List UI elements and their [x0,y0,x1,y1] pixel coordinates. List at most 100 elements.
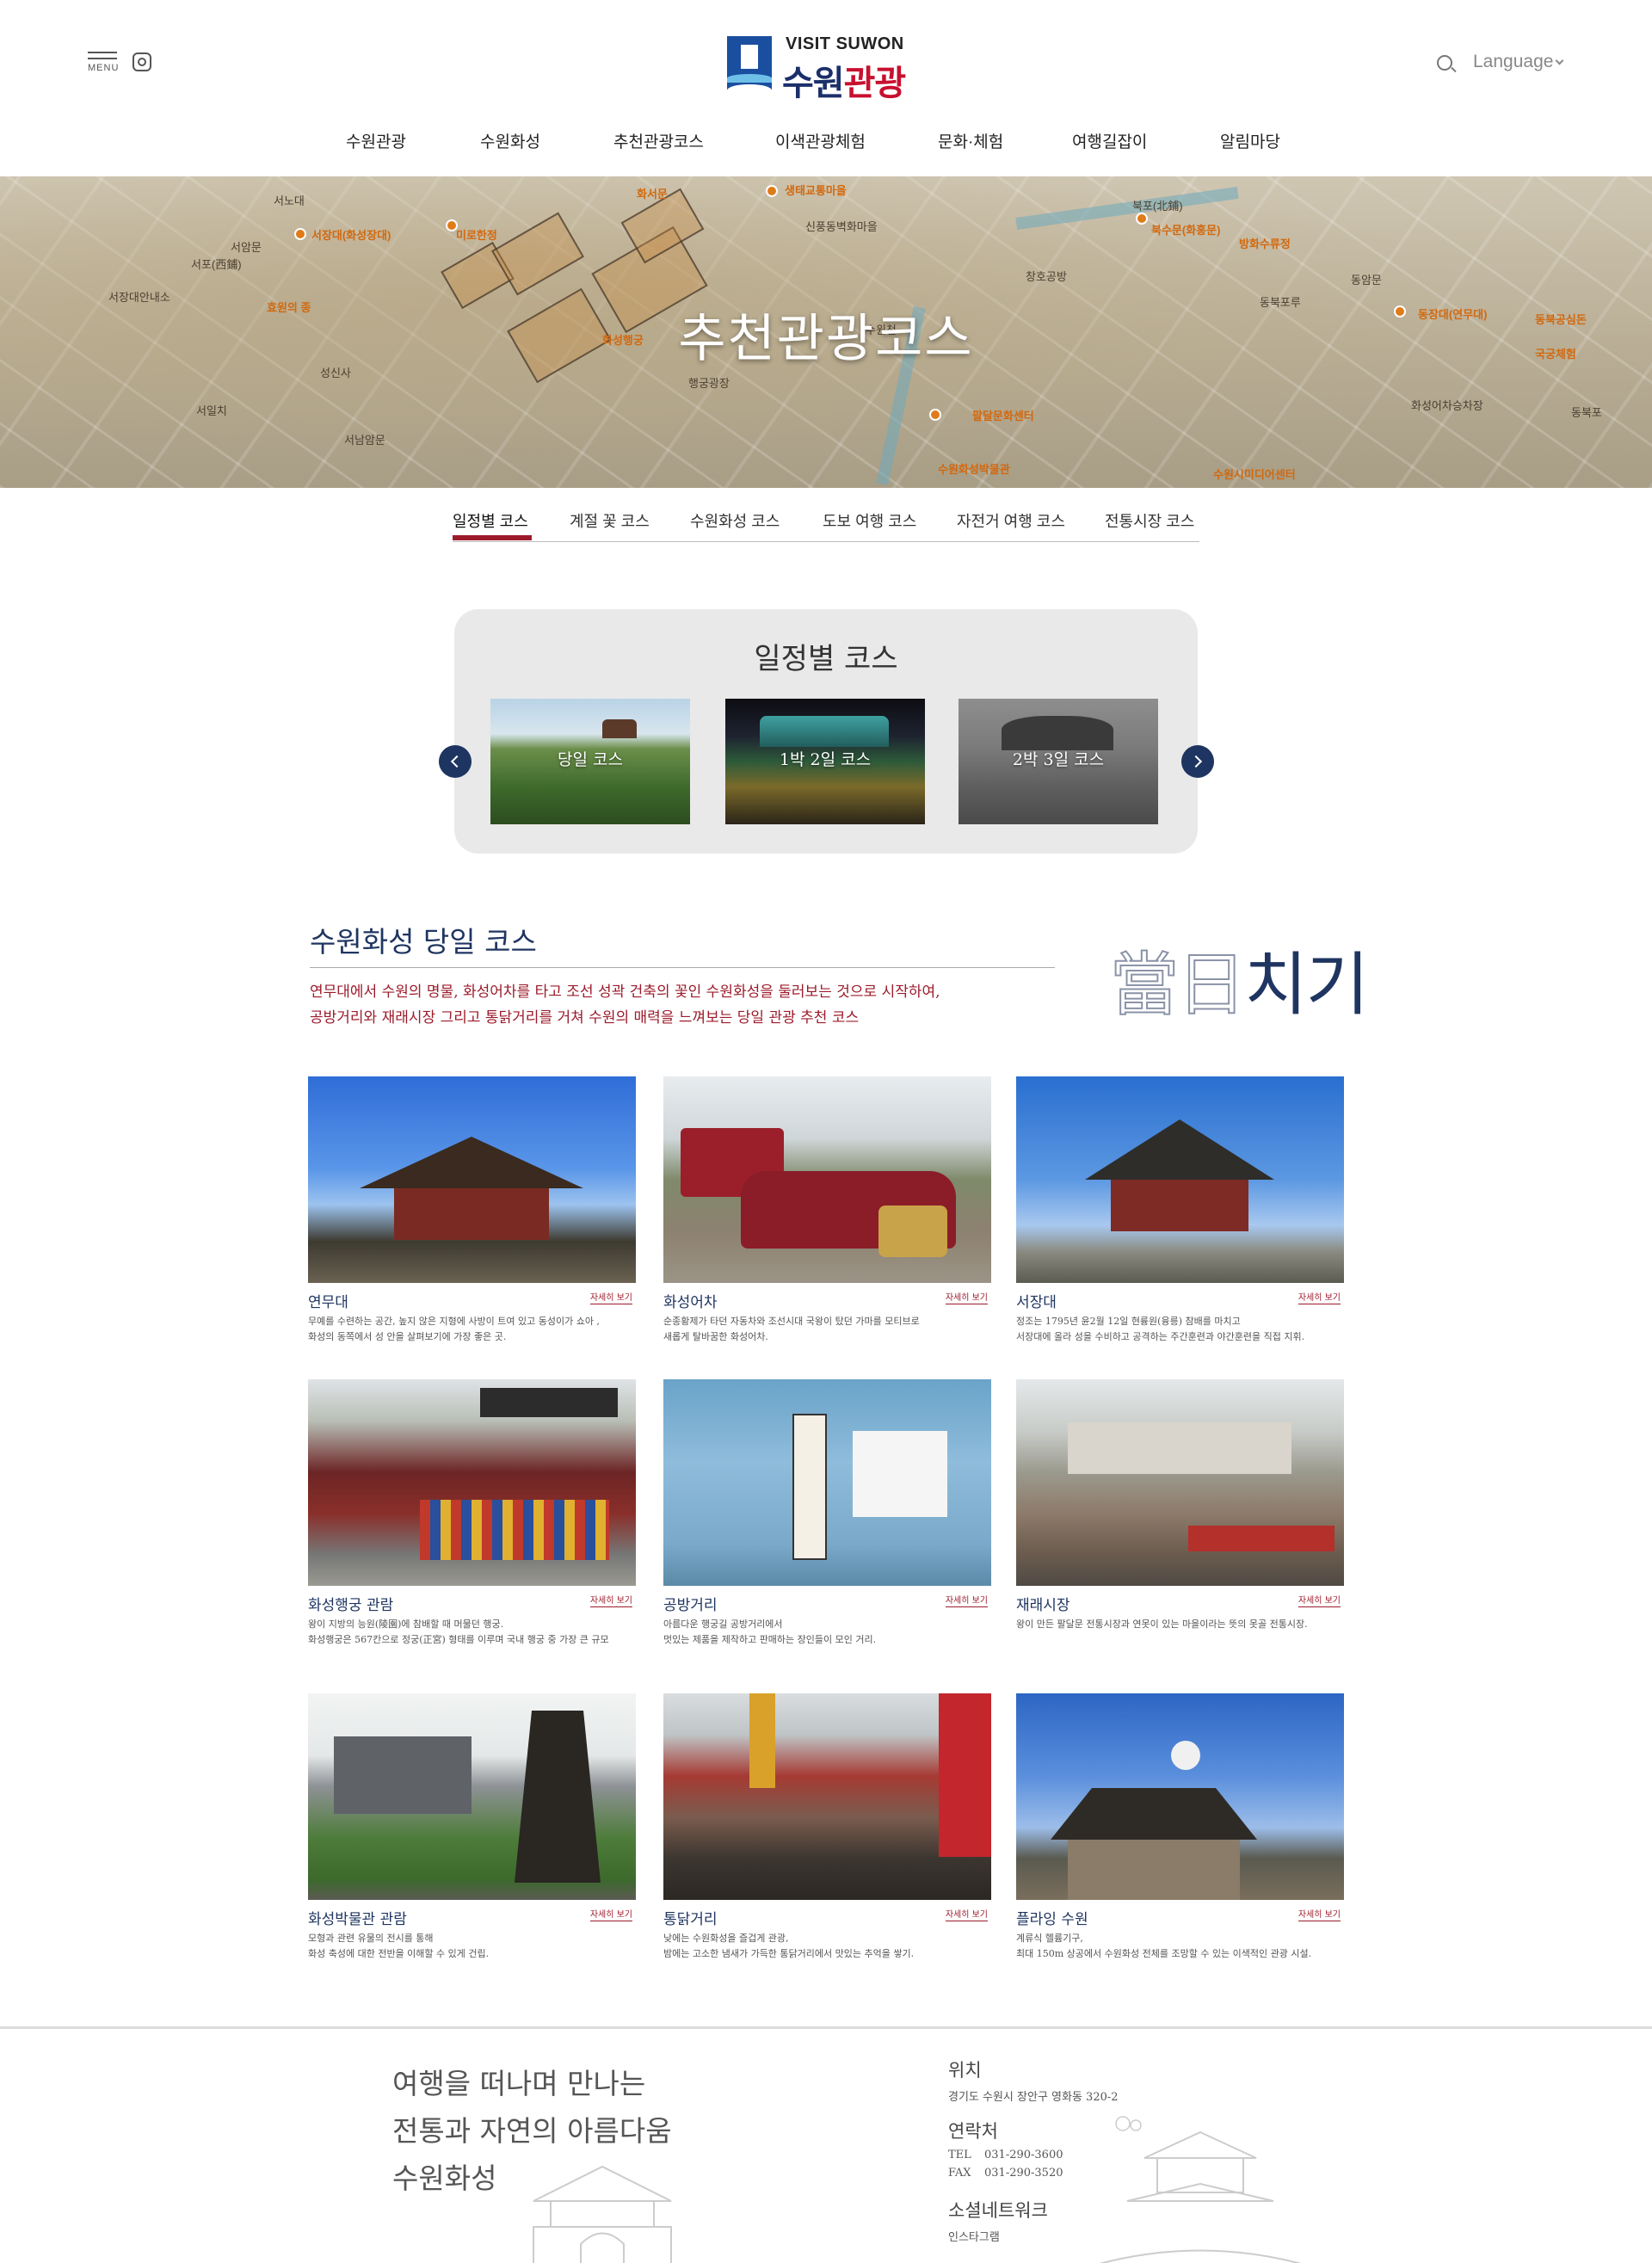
menu-label: MENU [88,63,120,73]
nav-item-unique-experience[interactable]: 이색관광체험 [775,129,866,152]
map-label: 북수문(화홍문) [1151,224,1221,237]
footer-slogan: 여행을 떠나며 만나는 전통과 자연의 아름다움 수원화성 [392,2060,672,2202]
menu-button[interactable]: MENU [88,52,119,81]
map-label: 행궁광장 [688,377,730,390]
place-card-chicken-street[interactable]: 통닭거리 자세히 보기 낮에는 수원화성을 즐겁게 관광, 밤에는 고소한 냄새… [663,1693,991,1977]
place-photo [1016,1693,1344,1900]
place-card-haenggung[interactable]: 화성행궁 관람 자세히 보기 왕이 지방의 능원(陵園)에 참배할 때 머물던 … [308,1379,636,1663]
details-link[interactable]: 자세히 보기 [589,1290,632,1304]
place-photo [308,1693,636,1900]
course-desc-line: 공방거리와 재래시장 그리고 통닭거리를 거쳐 수원의 매력을 느껴보는 당일 … [310,1009,860,1027]
calligraphy-char: 日 [1176,944,1247,1026]
nav-item-recommended-course[interactable]: 추천관광코스 [613,129,704,152]
place-desc: 왕이 만든 팔달문 전통시장과 연못이 있는 마을이라는 뜻의 못골 전통시장. [1016,1619,1308,1630]
schedule-card-2n3d[interactable]: 2박 3일 코스 [959,699,1158,824]
tab-walking-course[interactable]: 도보 여행 코스 [823,509,916,532]
schedule-card-label: 2박 3일 코스 [1012,750,1105,769]
place-photo [663,1379,991,1586]
map-label: 서일치 [196,404,227,417]
night-palace-image [760,716,889,747]
place-card-seojangdae[interactable]: 서장대 자세히 보기 정조는 1795년 윤2월 12일 현륭원(융릉) 참배를… [1016,1076,1344,1360]
details-link[interactable]: 자세히 보기 [589,1907,632,1921]
map-label: 북포(北鋪) [1132,200,1183,213]
map-pin-icon [294,228,306,240]
search-icon[interactable] [1437,55,1452,71]
instagram-icon[interactable] [133,52,151,71]
nav-item-hwaseong[interactable]: 수원화성 [480,129,540,152]
carousel-next-button[interactable] [1181,745,1214,778]
logo-korean-part2: 관광 [843,65,907,102]
place-name: 통닭거리 [663,1911,718,1928]
nav-item-travel-guide[interactable]: 여행길잡이 [1072,129,1147,152]
place-desc: 무예를 수련하는 공간, 높지 않은 지형에 사방이 트여 있고 동성이가 쇼아… [308,1316,600,1327]
place-desc: 아름다운 행궁길 공방거리에서 [663,1619,783,1630]
active-tab-indicator [453,535,532,540]
calligraphy-char: 當 [1109,944,1180,1026]
sns-heading: 소셜네트워크 [948,2200,1048,2221]
map-label: 신풍동벽화마을 [805,220,878,233]
logo-mark-icon [727,36,772,96]
details-link[interactable]: 자세히 보기 [589,1593,632,1607]
fax-line: FAX 031-290-3520 [948,2167,1292,2180]
pavilion-image [602,719,637,738]
schedule-card-1n2d[interactable]: 1박 2일 코스 [725,699,925,824]
instagram-link[interactable]: 인스타그램 [948,2228,1292,2244]
nav-item-notice[interactable]: 알림마당 [1220,129,1280,152]
place-card-flying-suwon[interactable]: 플라잉 수원 자세히 보기 계류식 헬륨기구, 최대 150m 상공에서 수원화… [1016,1693,1344,1977]
map-pin-icon [766,185,778,197]
language-selector[interactable]: Language [1473,52,1564,72]
language-label: Language [1473,52,1554,71]
tab-seasonal-flowers[interactable]: 계절 꽃 코스 [570,509,650,532]
details-link[interactable]: 자세히 보기 [1298,1593,1341,1607]
course-description: 연무대에서 수원의 명물, 화성어차를 타고 조선 성곽 건축의 꽃인 수원화성… [310,979,1067,1031]
contact-heading: 연락처 [948,2121,998,2142]
place-name: 연무대 [308,1294,348,1311]
nav-item-suwon-tour[interactable]: 수원관광 [346,129,406,152]
slogan-line: 전통과 자연의 아름다움 [392,2114,672,2148]
details-link[interactable]: 자세히 보기 [1298,1907,1341,1921]
place-card-yeonmudae[interactable]: 연무대 자세히 보기 무예를 수련하는 공간, 높지 않은 지형에 사방이 트여… [308,1076,636,1360]
tab-by-schedule[interactable]: 일정별 코스 [453,509,528,532]
banner-title: 추천관광코스 [678,309,974,369]
slogan-line: 여행을 떠나며 만나는 [392,2067,646,2100]
details-link[interactable]: 자세히 보기 [1298,1290,1341,1304]
map-label: 수원화성박물관 [938,463,1010,476]
details-link[interactable]: 자세히 보기 [945,1907,988,1921]
fax-label: FAX [948,2167,971,2180]
place-desc: 계류식 헬륨기구, [1016,1933,1083,1944]
details-link[interactable]: 자세히 보기 [945,1290,988,1304]
place-card-traditional-market[interactable]: 재래시장 자세히 보기 왕이 만든 팔달문 전통시장과 연못이 있는 마을이라는… [1016,1379,1344,1663]
map-label: 동북포 [1571,406,1602,419]
map-label: 창호공방 [1026,270,1067,283]
place-photo [663,1693,991,1900]
place-desc: 밤에는 고소한 냄새가 가득한 통닭거리에서 맛있는 추억을 쌓기. [663,1948,915,1959]
nav-item-culture[interactable]: 문화·체험 [938,129,1003,152]
schedule-course-box: 일정별 코스 당일 코스 1박 2일 코스 2박 3일 코스 [454,609,1198,854]
schedule-card-day[interactable]: 당일 코스 [490,699,690,824]
schedule-title: 일정별 코스 [754,642,898,676]
tab-hwaseong-course[interactable]: 수원화성 코스 [690,509,780,532]
tab-bike-course[interactable]: 자전거 여행 코스 [957,509,1065,532]
logo-korean-text: 수원관광 [782,55,907,105]
place-desc: 화성의 동쪽에서 성 안을 살펴보기에 가장 좋은 곳. [308,1331,507,1342]
place-desc: 최대 150m 상공에서 수원화성 전체를 조망할 수 있는 이색적인 관광 시… [1016,1948,1312,1959]
map-label: 화성어차승차장 [1411,399,1483,412]
logo-korean-part1: 수원 [782,65,845,102]
details-link[interactable]: 자세히 보기 [945,1593,988,1607]
place-card-craft-street[interactable]: 공방거리 자세히 보기 아름다운 행궁길 공방거리에서 멋있는 제품을 제작하고… [663,1379,991,1663]
fax-value: 031-290-3520 [984,2167,1063,2180]
place-photo [1016,1379,1344,1586]
schedule-card-label: 1박 2일 코스 [779,750,872,769]
place-name: 공방거리 [663,1597,718,1614]
site-logo[interactable]: VISIT SUWON 수원관광 [727,33,916,102]
carousel-prev-button[interactable] [439,745,472,778]
place-desc: 화성 축성에 대한 전반을 이해할 수 있게 건립. [308,1948,490,1959]
calligraphy-text: 치기 [1244,945,1369,1025]
place-card-hwaseong-eocha[interactable]: 화성어차 자세히 보기 순종황제가 타던 자동차와 조선시대 국왕이 탔던 가마… [663,1076,991,1360]
tab-traditional-market[interactable]: 전통시장 코스 [1105,509,1194,532]
chevron-down-icon [1555,56,1564,65]
tel-value[interactable]: 031-290-3600 [984,2149,1063,2161]
place-card-museum[interactable]: 화성박물관 관람 자세히 보기 모형과 관련 유물의 전시를 통해 화성 축성에… [308,1693,636,1977]
gate-image [1002,716,1113,750]
divider [310,967,1055,968]
